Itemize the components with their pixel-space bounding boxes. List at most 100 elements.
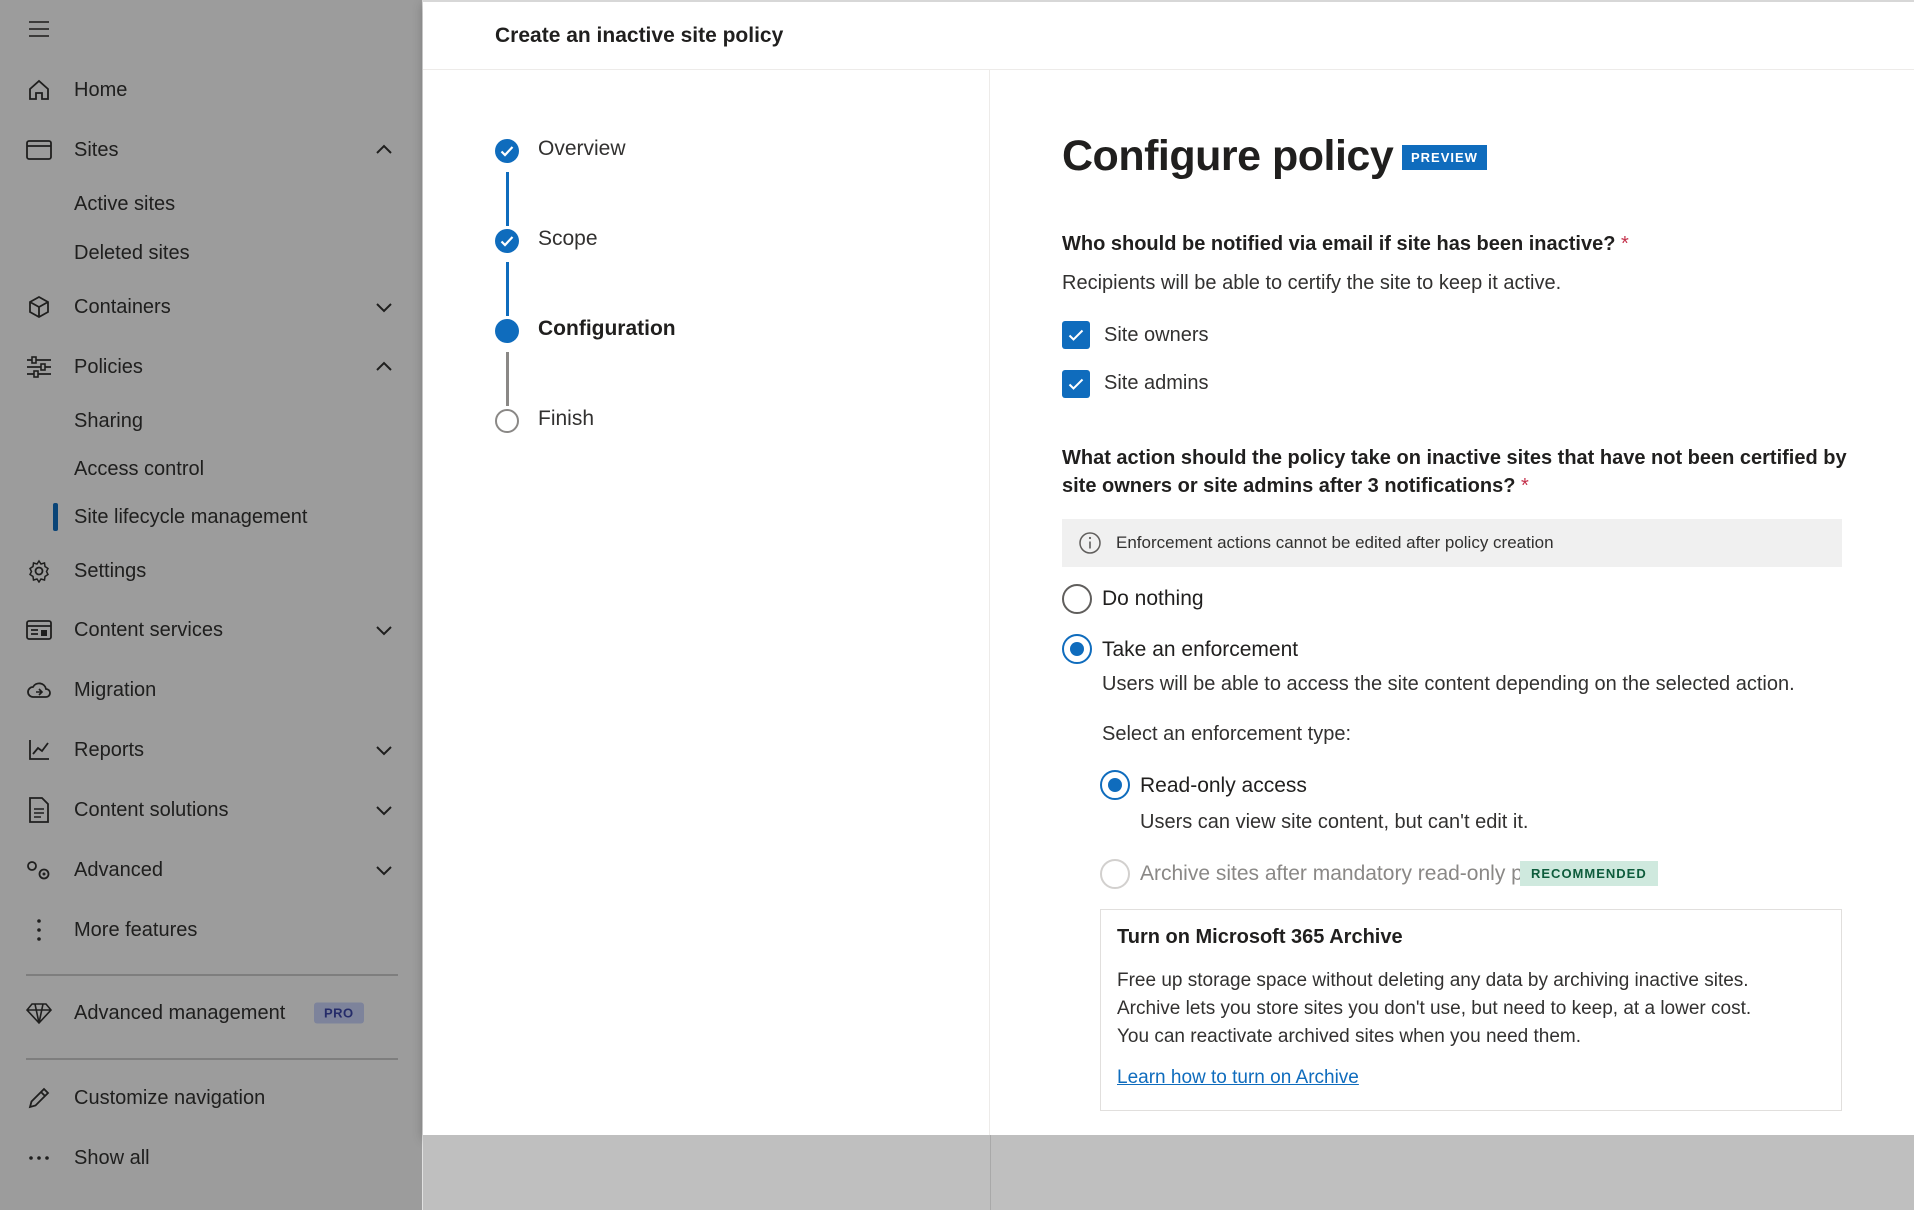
- nav-item-label: Advanced: [74, 858, 163, 881]
- settings-icon: [26, 558, 52, 584]
- take-enforcement-label: Take an enforcement: [1102, 638, 1299, 661]
- panel-footer-area: [423, 1135, 1914, 1210]
- nav-divider: [26, 974, 398, 976]
- chevron-down-icon: [372, 738, 396, 762]
- nav-item-reports[interactable]: Reports: [0, 728, 423, 772]
- nav-item-label: Deleted sites: [74, 241, 190, 264]
- checkmark-circle-icon: [495, 139, 519, 163]
- archive-info-card: Turn on Microsoft 365 Archive Free up st…: [1100, 909, 1842, 1111]
- nav-item-sharing[interactable]: Sharing: [0, 399, 423, 443]
- active-indicator: [53, 503, 58, 531]
- enforcement-type-label: Select an enforcement type:: [1102, 723, 1352, 745]
- nav-item-label: Content services: [74, 618, 223, 641]
- nav-item-advanced-management[interactable]: Advanced management PRO: [0, 991, 423, 1035]
- step-connector: [506, 262, 509, 316]
- ellipsis-icon: [26, 1145, 52, 1171]
- content-services-icon: [26, 617, 52, 643]
- archive-card-line: Free up storage space without deleting a…: [1117, 970, 1749, 991]
- required-mark: *: [1521, 475, 1529, 497]
- archive-sites-label: Archive sites after mandatory read-only …: [1140, 862, 1570, 885]
- archive-card-line: You can reactivate archived sites when y…: [1117, 1026, 1582, 1047]
- migration-icon: [26, 677, 52, 703]
- nav-item-label: Content solutions: [74, 798, 229, 821]
- checkmark-icon: [1068, 378, 1084, 390]
- notify-help-text: Recipients will be able to certify the s…: [1062, 272, 1562, 294]
- footer-divider: [990, 1135, 991, 1210]
- step-label: Scope: [538, 227, 598, 250]
- policies-icon: [26, 354, 52, 380]
- page-title: Configure policy: [1062, 132, 1394, 180]
- site-admins-label: Site admins: [1104, 372, 1209, 394]
- panel-title: Create an inactive site policy: [495, 24, 784, 47]
- nav-item-advanced[interactable]: Advanced: [0, 848, 423, 892]
- archive-card-body: Free up storage space without deleting a…: [1117, 967, 1832, 1051]
- configure-policy-form: Configure policy PREVIEW Who should be n…: [990, 70, 1914, 1137]
- nav-item-label: More features: [74, 918, 198, 941]
- nav-item-content-solutions[interactable]: Content solutions: [0, 788, 423, 832]
- nav-item-label: Sharing: [74, 409, 143, 432]
- nav-item-customize-navigation[interactable]: Customize navigation: [0, 1076, 423, 1120]
- read-only-help-text: Users can view site content, but can't e…: [1140, 811, 1529, 833]
- chevron-down-icon: [372, 618, 396, 642]
- required-mark: *: [1621, 233, 1629, 255]
- info-message-bar: Enforcement actions cannot be edited aft…: [1062, 519, 1842, 567]
- sites-icon: [26, 137, 52, 163]
- nav-item-policies[interactable]: Policies: [0, 345, 423, 389]
- reports-icon: [26, 737, 52, 763]
- current-step-icon: [495, 319, 519, 343]
- nav-item-containers[interactable]: Containers: [0, 285, 423, 329]
- nav-item-settings[interactable]: Settings: [0, 549, 423, 593]
- notify-question: Who should be notified via email if site…: [1062, 230, 1862, 258]
- do-nothing-radio[interactable]: [1062, 584, 1092, 614]
- pro-badge: PRO: [314, 1002, 364, 1024]
- nav-item-label: Containers: [74, 295, 171, 318]
- question-text: What action should the policy take on in…: [1062, 447, 1847, 497]
- info-icon: [1078, 531, 1102, 555]
- home-icon: [26, 77, 52, 103]
- site-owners-checkbox[interactable]: [1062, 321, 1090, 349]
- info-text: Enforcement actions cannot be edited aft…: [1116, 533, 1554, 552]
- pencil-icon: [26, 1085, 52, 1111]
- nav-item-show-all[interactable]: Show all: [0, 1136, 423, 1180]
- nav-item-label: Sites: [74, 138, 119, 161]
- nav-item-label: Policies: [74, 355, 143, 378]
- containers-icon: [26, 294, 52, 320]
- pending-step-icon: [495, 409, 519, 433]
- nav-item-label: Customize navigation: [74, 1086, 266, 1109]
- action-question: What action should the policy take on in…: [1062, 444, 1852, 500]
- hamburger-icon: [26, 16, 52, 42]
- nav-item-site-lifecycle-management[interactable]: Site lifecycle management: [0, 495, 423, 539]
- nav-item-label: Advanced management: [74, 1001, 286, 1024]
- step-connector: [506, 352, 509, 406]
- nav-item-sites[interactable]: Sites: [0, 128, 423, 172]
- nav-item-more-features[interactable]: More features: [0, 908, 423, 952]
- nav-item-label: Access control: [74, 457, 205, 480]
- panel-header: Create an inactive site policy: [423, 2, 1914, 70]
- nav-item-label: Settings: [74, 559, 147, 582]
- content-solutions-icon: [26, 797, 52, 823]
- nav-collapse-button[interactable]: [0, 7, 423, 51]
- site-admins-checkbox[interactable]: [1062, 370, 1090, 398]
- nav-item-label: Home: [74, 78, 128, 101]
- archive-card-line: Archive lets you store sites you don't u…: [1117, 998, 1752, 1019]
- advanced-icon: [26, 857, 52, 883]
- learn-archive-link[interactable]: Learn how to turn on Archive: [1117, 1067, 1359, 1089]
- nav-item-deleted-sites[interactable]: Deleted sites: [0, 231, 423, 275]
- nav-item-label: Site lifecycle management: [74, 505, 308, 528]
- nav-item-label: Active sites: [74, 192, 176, 215]
- archive-sites-radio[interactable]: [1100, 859, 1130, 889]
- recommended-badge: RECOMMENDED: [1520, 861, 1658, 886]
- nav-item-migration[interactable]: Migration: [0, 668, 423, 712]
- take-enforcement-radio[interactable]: [1062, 634, 1092, 664]
- site-owners-label: Site owners: [1104, 324, 1209, 346]
- nav-item-access-control[interactable]: Access control: [0, 447, 423, 491]
- do-nothing-label: Do nothing: [1102, 587, 1204, 610]
- wizard-steps: Overview Scope Configuration Finish: [423, 70, 990, 1137]
- diamond-icon: [26, 1000, 52, 1026]
- left-navigation: Home Sites Active sites Deleted sites Co…: [0, 0, 423, 1210]
- nav-item-home[interactable]: Home: [0, 68, 423, 112]
- nav-item-active-sites[interactable]: Active sites: [0, 182, 423, 226]
- read-only-access-radio[interactable]: [1100, 770, 1130, 800]
- step-label: Overview: [538, 137, 626, 160]
- nav-item-content-services[interactable]: Content services: [0, 608, 423, 652]
